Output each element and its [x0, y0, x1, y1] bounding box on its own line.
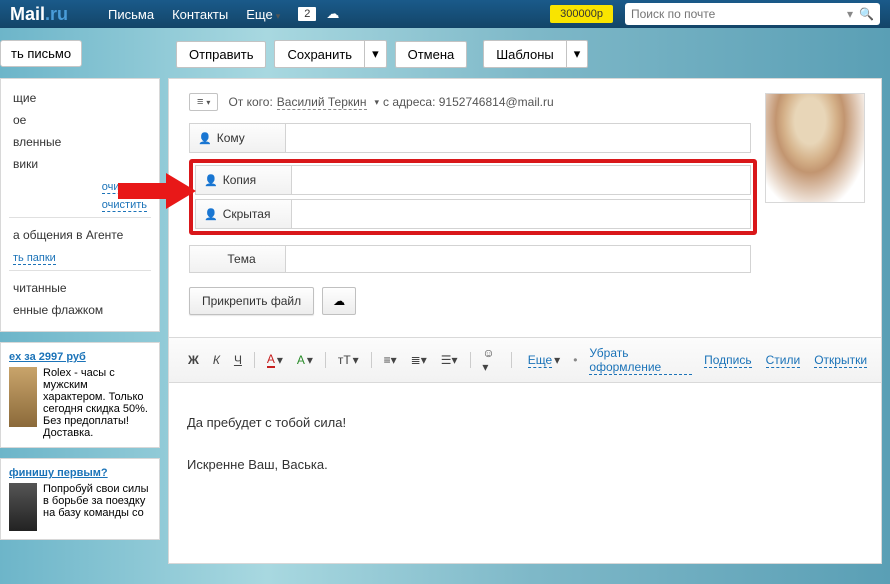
ad-block[interactable]: ex за 2997 руб Rolex - часы с мужским ха…: [0, 342, 160, 448]
nav-more[interactable]: Еще: [246, 7, 280, 22]
view-options-button[interactable]: ≡ ▾: [189, 93, 218, 111]
emoji-button[interactable]: ☺▾: [477, 343, 503, 377]
highlight-button[interactable]: A▾: [292, 350, 318, 370]
notif-badge[interactable]: 2: [298, 7, 316, 21]
ad-image: [9, 367, 37, 427]
indent-button[interactable]: ≣▾: [406, 350, 432, 370]
cancel-button[interactable]: Отмена: [395, 41, 468, 68]
person-icon: 👤: [198, 132, 212, 145]
editor-toolbar: Ж К Ч A▾ A▾ тT▾ ≡▾ ≣▾ ☰▾ ☺▾ Еще▾ • Убрат…: [169, 337, 881, 383]
search-box[interactable]: ▾ 🔍: [625, 3, 880, 25]
remove-formatting-link[interactable]: Убрать оформление: [589, 346, 692, 375]
from-email: 9152746814@mail.ru: [439, 95, 554, 109]
search-icon[interactable]: 🔍: [859, 7, 874, 21]
from-caret-icon[interactable]: ▾: [375, 97, 380, 108]
folder-item[interactable]: вленные: [13, 131, 147, 153]
cc-input[interactable]: [292, 166, 750, 194]
cc-label: Копия: [223, 173, 256, 187]
attach-file-button[interactable]: Прикрепить файл: [189, 287, 314, 315]
folder-item[interactable]: вики: [13, 153, 147, 175]
ad-block[interactable]: финишу первым? Попробуй свои силы в борь…: [0, 458, 160, 540]
ad-text: Rolex - часы с мужским характером. Тольк…: [43, 367, 148, 439]
cc-row: 👤 Копия: [195, 165, 751, 195]
folder-item[interactable]: ое: [13, 109, 147, 131]
templates-button-group: Шаблоны ▾: [483, 40, 588, 68]
templates-dropdown[interactable]: ▾: [566, 40, 589, 68]
editor-body[interactable]: Да пребудет с тобой сила! Искренне Ваш, …: [169, 383, 881, 563]
underline-button[interactable]: Ч: [229, 350, 247, 370]
font-size-button[interactable]: тT▾: [333, 350, 364, 370]
cc-bcc-highlight: 👤 Копия 👤 Скрытая: [189, 159, 757, 235]
unread-filter[interactable]: читанные: [13, 277, 147, 299]
send-button[interactable]: Отправить: [176, 41, 266, 68]
save-button-group: Сохранить ▾: [274, 40, 386, 68]
folder-item[interactable]: щие: [13, 87, 147, 109]
styles-link[interactable]: Стили: [766, 353, 801, 368]
cards-link[interactable]: Открытки: [814, 353, 867, 368]
subject-label: Тема: [227, 252, 255, 266]
templates-button[interactable]: Шаблоны: [483, 40, 566, 68]
bcc-input[interactable]: [292, 200, 750, 228]
body-line: Искренне Ваш, Васька.: [187, 455, 863, 476]
to-input[interactable]: [286, 124, 750, 152]
italic-button[interactable]: К: [208, 350, 225, 370]
search-caret-icon[interactable]: ▾: [847, 7, 853, 21]
font-color-button[interactable]: A▾: [262, 349, 288, 371]
to-row: 👤 Кому: [189, 123, 751, 153]
subject-row: Тема: [189, 245, 751, 273]
folders-config-link[interactable]: ть папки: [13, 252, 56, 265]
to-label: Кому: [217, 131, 245, 145]
compose-button[interactable]: ть письмо: [0, 40, 82, 67]
signature-link[interactable]: Подпись: [704, 353, 752, 368]
person-icon: 👤: [204, 208, 218, 221]
save-dropdown[interactable]: ▾: [364, 40, 387, 68]
annotation-arrow: [118, 173, 200, 209]
bcc-row: 👤 Скрытая: [195, 199, 751, 229]
bcc-label: Скрытая: [223, 207, 271, 221]
ad-title[interactable]: финишу первым?: [9, 467, 151, 479]
body-line: Да пребудет с тобой сила!: [187, 413, 863, 434]
top-nav: Mail.ru Письма Контакты Еще 2 ☁ 300000р …: [0, 0, 890, 28]
ad-image: [9, 483, 37, 531]
bold-button[interactable]: Ж: [183, 350, 204, 370]
ad-title[interactable]: ex за 2997 руб: [9, 351, 151, 363]
save-button[interactable]: Сохранить: [274, 40, 364, 68]
search-input[interactable]: [631, 7, 847, 21]
from-suffix: с адреса:: [383, 95, 435, 109]
from-label: От кого:: [228, 95, 272, 109]
compose-panel: ≡ ▾ От кого: Василий Теркин ▾ с адреса: …: [168, 78, 882, 564]
avatar[interactable]: [765, 93, 865, 203]
logo: Mail.ru: [10, 4, 68, 25]
list-button[interactable]: ☰▾: [436, 350, 463, 370]
person-icon: 👤: [204, 174, 218, 187]
subject-input[interactable]: [286, 246, 750, 272]
more-button[interactable]: Еще▾: [519, 350, 565, 371]
cloud-icon[interactable]: ☁: [326, 6, 339, 22]
agent-link[interactable]: а общения в Агенте: [13, 224, 147, 246]
ad-text: Попробуй свои силы в борьбе за поездку н…: [43, 483, 148, 531]
attach-cloud-button[interactable]: ☁: [322, 287, 356, 315]
flagged-filter[interactable]: енные флажком: [13, 299, 147, 321]
align-button[interactable]: ≡▾: [379, 350, 402, 370]
nav-contacts[interactable]: Контакты: [172, 7, 228, 22]
nav-mail[interactable]: Письма: [108, 7, 154, 22]
from-name[interactable]: Василий Теркин: [277, 95, 367, 110]
money-button[interactable]: 300000р: [550, 5, 613, 23]
